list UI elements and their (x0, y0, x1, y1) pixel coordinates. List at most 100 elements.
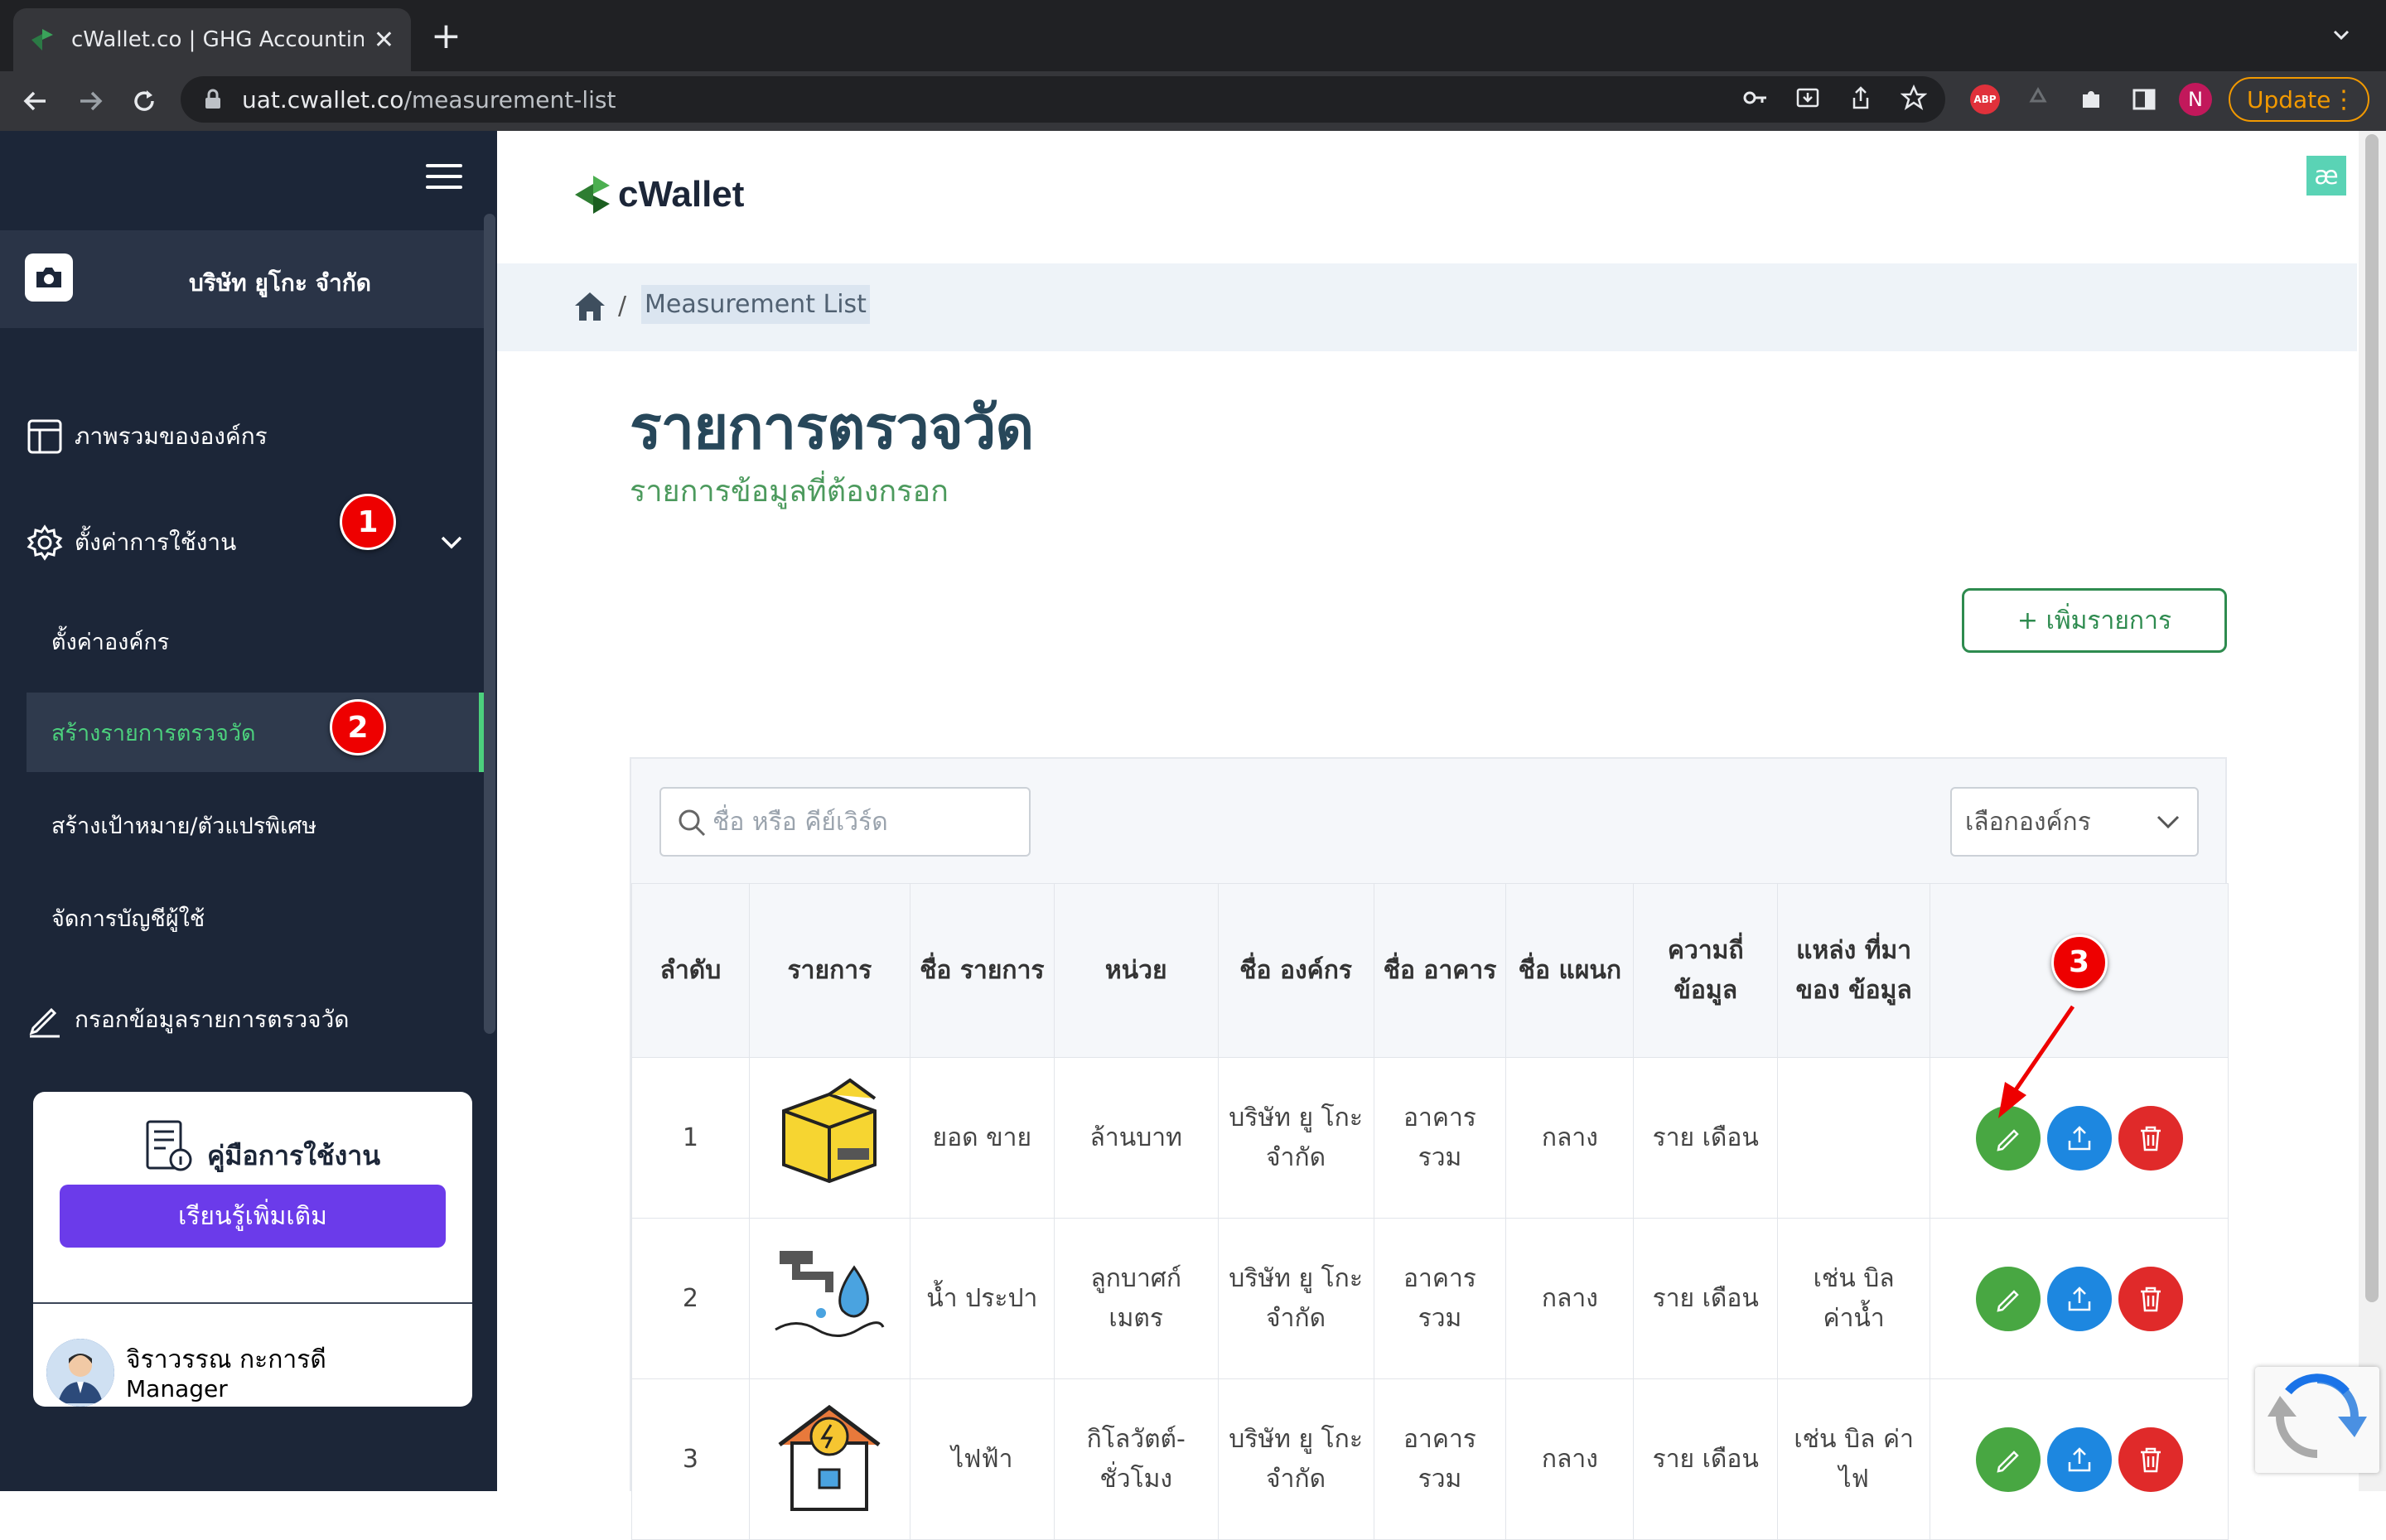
hamburger-icon[interactable] (426, 164, 462, 194)
sidebar-subitem-create-measurement[interactable]: สร้างรายการตรวจวัด (27, 693, 485, 772)
learn-more-button[interactable]: เรียนรู้เพิ่มเติม (60, 1185, 446, 1248)
address-bar[interactable]: uat.cwallet.co/measurement-list (181, 76, 1945, 123)
cell-no: 1 (631, 1057, 750, 1219)
profile-initial: N (2179, 83, 2212, 116)
cwallet-logo[interactable]: cWallet (573, 174, 744, 215)
tab-close-icon[interactable]: ✕ (374, 26, 394, 55)
tab-search-chevron-icon[interactable] (2330, 23, 2353, 46)
upload-button[interactable] (2046, 1266, 2112, 1331)
back-icon[interactable] (17, 83, 53, 119)
avatar (46, 1339, 114, 1407)
breadcrumb-current[interactable]: Measurement List (641, 285, 870, 324)
sidebar-subitem-org-settings[interactable]: ตั้งค่าองค์กร (27, 601, 485, 681)
chevron-down-icon (2157, 815, 2180, 829)
delete-button[interactable] (2118, 1105, 2183, 1171)
cell-unit: กิโลวัตต์- ชั่วโมง (1053, 1378, 1219, 1540)
sidebar-scrollbar[interactable] (484, 214, 495, 1034)
cell-no: 2 (631, 1218, 750, 1379)
ae-extension-icon[interactable]: æ (2306, 156, 2346, 196)
star-icon[interactable] (1899, 83, 1929, 113)
sidebar-item-data-entry[interactable]: กรอกข้อมูลรายการตรวจวัด (0, 982, 485, 1057)
box-icon (782, 1078, 877, 1184)
url-path: /measurement-list (403, 85, 616, 113)
org-select-label: เลือกองค์กร (1965, 807, 2091, 837)
upload-button[interactable] (2046, 1427, 2112, 1492)
tab-title: cWallet.co | GHG Accounting S (71, 27, 364, 52)
camera-icon[interactable] (25, 253, 73, 302)
page-scrollbar[interactable] (2359, 131, 2386, 1491)
pencil-icon (29, 1007, 60, 1038)
lock-icon (205, 89, 220, 109)
cell-dept: กลาง (1505, 1057, 1635, 1219)
sidebar-item-label: กรอกข้อมูลรายการตรวจวัด (75, 1006, 350, 1033)
col-name[interactable]: ชื่อ รายการ (909, 883, 1055, 1058)
recaptcha-icon (2268, 1373, 2367, 1458)
user-profile[interactable]: จิราวรรณ กะการดี Manager (33, 1302, 472, 1427)
puzzle-icon[interactable] (2074, 83, 2108, 116)
annotation-badge-1: 1 (340, 494, 396, 550)
cell-actions (1930, 1218, 2229, 1379)
col-no[interactable]: ลำดับ (631, 883, 750, 1058)
adblock-label: ABP (1970, 84, 2000, 114)
page-subtitle: รายการข้อมูลที่ต้องกรอก (630, 475, 949, 509)
main-content: cWallet æ / Measurement List รายการตรวจว… (497, 131, 2357, 1540)
home-icon[interactable] (573, 290, 606, 323)
col-frequency[interactable]: ความถี่ ข้อมูล (1633, 883, 1779, 1058)
cell-name: น้ำ ประปา (909, 1218, 1055, 1379)
sidebar-item-settings[interactable]: ตั้งค่าการใช้งาน (0, 505, 485, 580)
share-icon[interactable] (1846, 83, 1876, 113)
electricity-icon (778, 1404, 881, 1511)
sidebar-subitem-targets[interactable]: สร้างเป้าหมาย/ตัวแปรพิเศษ (27, 785, 485, 865)
logo-text: cWallet (618, 174, 745, 215)
sidebar-item-overview[interactable]: ภาพรวมขององค์กร (0, 399, 485, 474)
trash-icon (2140, 1447, 2161, 1472)
company-header: บริษัท ยูโกะ จำกัด (0, 230, 485, 328)
install-icon[interactable] (1793, 83, 1823, 113)
search-input[interactable]: ชื่อ หรือ คีย์เวิร์ด (659, 787, 1031, 857)
recaptcha-badge[interactable] (2255, 1367, 2379, 1473)
annotation-arrow (1998, 1005, 2075, 1118)
update-label: Update (2247, 85, 2331, 113)
cell-org: บริษัท ยู โกะ จำกัด (1217, 1378, 1374, 1540)
key-icon[interactable] (1740, 83, 1770, 113)
add-item-button[interactable]: + เพิ่มรายการ (1962, 588, 2227, 653)
new-tab-icon[interactable]: + (431, 18, 461, 55)
profile-avatar[interactable]: N (2179, 83, 2212, 116)
annotation-badge-2: 2 (330, 699, 386, 756)
org-select[interactable]: เลือกองค์กร (1950, 787, 2199, 857)
chevron-down-icon[interactable] (439, 533, 464, 552)
reload-icon[interactable] (126, 83, 162, 119)
cell-image (748, 1378, 910, 1540)
sidebar-subitem-users[interactable]: จัดการบัญชีผู้ใช้ (27, 878, 485, 958)
delete-button[interactable] (2118, 1266, 2183, 1331)
col-dept[interactable]: ชื่อ แผนก (1505, 883, 1635, 1058)
table-row: 2 น้ำ ประปา ลูกบาศก์ เมตร บริษัท ยู โกะ … (631, 1218, 2229, 1379)
col-org[interactable]: ชื่อ องค์กร (1217, 883, 1374, 1058)
recycle-icon[interactable] (2021, 83, 2055, 116)
forward-icon[interactable] (73, 83, 109, 119)
company-name: บริษัท ยูโกะ จำกัด (189, 269, 371, 297)
edit-button[interactable] (1975, 1266, 2041, 1331)
sidepanel-icon[interactable] (2128, 83, 2161, 116)
browser-tab[interactable]: cWallet.co | GHG Accounting S ✕ (13, 8, 411, 71)
cell-building: อาคาร รวม (1373, 1218, 1507, 1379)
cell-source (1777, 1057, 1931, 1219)
col-unit[interactable]: หน่วย (1053, 883, 1219, 1058)
cell-freq: ราย เดือน (1633, 1218, 1779, 1379)
cwallet-favicon-icon (31, 29, 53, 51)
cell-dept: กลาง (1505, 1378, 1635, 1540)
chevron-right-icon[interactable] (439, 1359, 459, 1378)
subitem-label: สร้างเป้าหมาย/ตัวแปรพิเศษ (51, 813, 317, 839)
edit-button[interactable] (1975, 1427, 2041, 1492)
pencil-icon (1996, 1289, 2019, 1312)
cell-image (748, 1218, 910, 1379)
subitem-label: สร้างรายการตรวจวัด (51, 720, 256, 746)
delete-button[interactable] (2118, 1427, 2183, 1492)
update-button[interactable]: Update ⋮ (2229, 77, 2369, 122)
adblock-icon[interactable]: ABP (1968, 83, 2002, 116)
col-item[interactable]: รายการ (748, 883, 910, 1058)
col-source[interactable]: แหล่ง ที่มาของ ข้อมูล (1777, 883, 1931, 1058)
cell-unit: ล้านบาท (1053, 1057, 1219, 1219)
more-icon[interactable]: ⋮ (2331, 85, 2356, 114)
col-building[interactable]: ชื่อ อาคาร (1373, 883, 1507, 1058)
